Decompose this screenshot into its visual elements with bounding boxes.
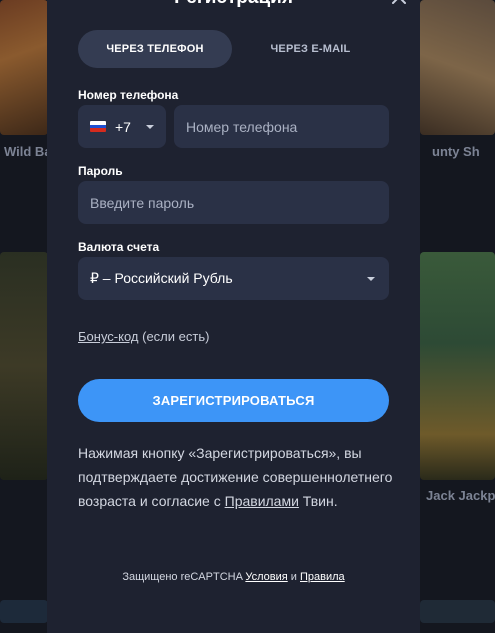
game-tile[interactable] [420,600,495,623]
chevron-down-icon [145,124,154,129]
chevron-down-icon [367,276,375,281]
game-tile[interactable] [0,600,48,623]
recaptcha-privacy-link[interactable]: Правила [300,571,345,583]
currency-select[interactable]: ₽ – Российский Рубль [78,257,389,300]
terms-suffix: Твин. [298,493,338,509]
recaptcha-terms-link[interactable]: Условия [245,571,287,583]
close-icon[interactable] [390,0,408,6]
phone-placeholder: Номер телефона [186,118,298,135]
terms-notice: Нажимая кнопку «Зарегистрироваться», вы … [78,441,393,513]
currency-value: ₽ – Российский Рубль [90,270,233,286]
game-tile[interactable] [0,252,48,480]
game-tile[interactable] [420,252,495,480]
bonus-code-link[interactable]: Бонус-код [78,329,139,344]
bonus-code-note: (если есть) [138,329,210,344]
game-tile[interactable] [420,0,495,135]
rules-link[interactable]: Правилами [225,493,299,509]
tab-email[interactable]: ЧЕРЕЗ E-MAIL [232,30,389,68]
country-code: +7 [115,118,131,135]
modal-title: Регистрация [47,0,420,9]
registration-modal: Регистрация ЧЕРЕЗ ТЕЛЕФОН ЧЕРЕЗ E-MAIL Н… [47,0,420,633]
register-button[interactable]: ЗАРЕГИСТРИРОВАТЬСЯ [78,379,389,422]
country-code-select[interactable]: +7 [78,105,166,148]
password-input[interactable]: Введите пароль [78,181,389,224]
currency-label: Валюта счета [78,240,160,254]
recaptcha-and: и [287,571,300,583]
password-placeholder: Введите пароль [90,194,195,211]
tab-phone[interactable]: ЧЕРЕЗ ТЕЛЕФОН [78,30,232,68]
recaptcha-notice: Защищено reCAPTCHA Условия и Правила [47,571,420,583]
phone-label: Номер телефона [78,88,179,102]
password-label: Пароль [78,164,123,178]
game-title: unty Sh [432,144,480,159]
registration-method-tabs: ЧЕРЕЗ ТЕЛЕФОН ЧЕРЕЗ E-MAIL [78,29,389,69]
bonus-code-row: Бонус-код (если есть) [78,329,209,344]
recaptcha-text: Защищено reCAPTCHA [122,571,246,583]
russia-flag-icon [90,121,106,132]
game-tile[interactable] [0,0,48,135]
game-title: Wild Ba [4,144,52,159]
phone-input[interactable]: Номер телефона [174,105,389,148]
game-title: Jack Jackp [426,488,495,503]
